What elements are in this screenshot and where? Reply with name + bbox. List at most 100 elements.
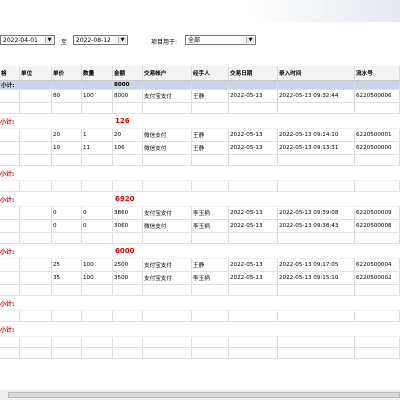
cell-serial-no[interactable]: 6220500008 bbox=[355, 220, 400, 232]
cell-quantity[interactable]: 1 bbox=[82, 129, 113, 141]
empty-row[interactable] bbox=[0, 103, 400, 114]
cell-entry-time[interactable]: 2022-05-13 09:17:05 bbox=[278, 259, 355, 271]
cell-entry-time[interactable]: 2022-05-13 09:38:43 bbox=[278, 220, 355, 232]
header-handler[interactable]: 经手人 bbox=[192, 66, 229, 80]
scrollbar-thumb[interactable] bbox=[8, 392, 400, 398]
cell-trade-date[interactable]: 2022-05-13 bbox=[229, 259, 278, 271]
cell-unit[interactable] bbox=[20, 90, 52, 102]
cell-serial-no[interactable]: 6220500001 bbox=[355, 129, 400, 141]
table-row[interactable]: 0 0 3860 支付宝支付 李玉柄 2022-05-13 2022-05-13 09:39… bbox=[0, 207, 400, 220]
table-row[interactable]: 10 11 106 微信支付 王静 2022-05-13 2022-05-13 09:13:… bbox=[0, 142, 400, 155]
header-trade-account[interactable]: 交易帐户 bbox=[143, 66, 192, 80]
cell-handler[interactable]: 王静 bbox=[192, 142, 229, 154]
cell-handler[interactable]: 李玉柄 bbox=[192, 272, 229, 284]
empty-row[interactable] bbox=[0, 233, 400, 244]
cell-unit-price[interactable]: 0 bbox=[52, 220, 82, 232]
cell-handler[interactable]: 王静 bbox=[192, 90, 229, 102]
empty-row[interactable] bbox=[0, 285, 400, 296]
cell-entry-time[interactable]: 2022-05-13 09:13:31 bbox=[278, 142, 355, 154]
empty-row[interactable] bbox=[0, 181, 400, 192]
table-row[interactable]: 80 100 8000 支付宝支付 王静 2022-05-13 2022-05-13 09:… bbox=[0, 90, 400, 103]
cell-trade-account[interactable]: 支付宝支付 bbox=[143, 90, 192, 102]
cell-quantity[interactable]: 100 bbox=[82, 90, 113, 102]
cell-spec[interactable] bbox=[0, 90, 20, 102]
cell-trade-date[interactable]: 2022-05-13 bbox=[229, 129, 278, 141]
cell-entry-time[interactable]: 2022-05-13 09:32:44 bbox=[278, 90, 355, 102]
header-amount[interactable]: 金额 bbox=[113, 66, 143, 80]
cell-handler[interactable]: 王静 bbox=[192, 259, 229, 271]
cell-spec[interactable] bbox=[0, 207, 20, 219]
cell-serial-no[interactable]: 6220500000 bbox=[355, 142, 400, 154]
cell-quantity[interactable]: 100 bbox=[82, 272, 113, 284]
cell-serial-no[interactable]: 6220500004 bbox=[355, 259, 400, 271]
empty-row[interactable] bbox=[0, 155, 400, 166]
header-serial-no[interactable]: 流水号 bbox=[355, 66, 400, 80]
cell-unit[interactable] bbox=[20, 142, 52, 154]
cell-trade-date[interactable]: 2022-05-13 bbox=[229, 142, 278, 154]
cell-trade-account[interactable]: 支付宝支付 bbox=[143, 207, 192, 219]
cell-spec[interactable] bbox=[0, 129, 20, 141]
table-row[interactable]: 0 0 3060 微信支付 李玉柄 2022-05-13 2022-05-13 09:38:… bbox=[0, 220, 400, 233]
header-entry-time[interactable]: 录入时间 bbox=[278, 66, 355, 80]
cell-handler[interactable]: 李玉柄 bbox=[192, 220, 229, 232]
header-trade-date[interactable]: 交易日期 bbox=[229, 66, 278, 80]
cell-quantity[interactable]: 100 bbox=[82, 259, 113, 271]
cell-trade-date[interactable]: 2022-05-13 bbox=[229, 272, 278, 284]
cell-entry-time[interactable]: 2022-05-13 09:39:08 bbox=[278, 207, 355, 219]
cell-unit[interactable] bbox=[20, 207, 52, 219]
cell-unit[interactable] bbox=[20, 220, 52, 232]
cell-amount[interactable]: 3060 bbox=[113, 220, 143, 232]
table-row[interactable]: 25 100 2500 支付宝支付 王静 2022-05-13 2022-05-13 09:… bbox=[0, 259, 400, 272]
table-row[interactable]: 20 1 20 微信支付 王静 2022-05-13 2022-05-13 09:14:10… bbox=[0, 129, 400, 142]
cell-unit-price[interactable]: 0 bbox=[52, 207, 82, 219]
cell-trade-date[interactable]: 2022-05-13 bbox=[229, 220, 278, 232]
cell-unit-price[interactable]: 10 bbox=[52, 142, 82, 154]
cell-amount[interactable]: 20 bbox=[113, 129, 143, 141]
horizontal-scrollbar[interactable] bbox=[0, 390, 400, 400]
cell-amount[interactable]: 3500 bbox=[113, 272, 143, 284]
header-quantity[interactable]: 数量 bbox=[82, 66, 113, 80]
cell-trade-account[interactable]: 支付宝支付 bbox=[143, 272, 192, 284]
cell-spec[interactable] bbox=[0, 142, 20, 154]
cell-unit-price[interactable]: 25 bbox=[52, 259, 82, 271]
cell-serial-no[interactable]: 6220500006 bbox=[355, 90, 400, 102]
cell-entry-time[interactable]: 2022-05-13 09:15:10 bbox=[278, 272, 355, 284]
header-unit-price[interactable]: 单价 bbox=[52, 66, 82, 80]
end-date-picker[interactable]: 2022-08-12 ▼ bbox=[73, 35, 128, 45]
subtotal-row[interactable]: 小计: bbox=[0, 296, 400, 311]
empty-row[interactable] bbox=[0, 311, 400, 322]
start-date-picker[interactable]: 2022-04-01 ▼ bbox=[0, 35, 55, 45]
cell-trade-account[interactable]: 微信支付 bbox=[143, 220, 192, 232]
empty-row[interactable] bbox=[0, 348, 400, 359]
chevron-down-icon[interactable]: ▼ bbox=[45, 37, 53, 43]
cell-trade-account[interactable]: 微信支付 bbox=[143, 129, 192, 141]
cell-handler[interactable]: 李玉柄 bbox=[192, 207, 229, 219]
table-row[interactable]: 35 100 3500 支付宝支付 李玉柄 2022-05-13 2022-05-13 09… bbox=[0, 272, 400, 285]
cell-trade-date[interactable]: 2022-05-13 bbox=[229, 90, 278, 102]
cell-quantity[interactable]: 0 bbox=[82, 220, 113, 232]
cell-entry-time[interactable]: 2022-05-13 09:14:10 bbox=[278, 129, 355, 141]
cell-amount[interactable]: 106 bbox=[113, 142, 143, 154]
subtotal-row[interactable]: 小计: 6000 bbox=[0, 244, 400, 259]
cell-unit[interactable] bbox=[20, 129, 52, 141]
cell-amount[interactable]: 3860 bbox=[113, 207, 143, 219]
header-spec[interactable]: 格 bbox=[0, 66, 20, 80]
cell-quantity[interactable]: 0 bbox=[82, 207, 113, 219]
cell-trade-date[interactable]: 2022-05-13 bbox=[229, 207, 278, 219]
cell-quantity[interactable]: 11 bbox=[82, 142, 113, 154]
subtotal-row[interactable]: 小计: bbox=[0, 166, 400, 181]
cell-serial-no[interactable]: 6220500002 bbox=[355, 272, 400, 284]
cell-unit[interactable] bbox=[20, 259, 52, 271]
cell-serial-no[interactable]: 6220500009 bbox=[355, 207, 400, 219]
cell-trade-account[interactable]: 支付宝支付 bbox=[143, 259, 192, 271]
subtotal-row[interactable]: 小计: bbox=[0, 322, 400, 337]
cell-spec[interactable] bbox=[0, 272, 20, 284]
purpose-select[interactable]: 全部 ▼ bbox=[185, 35, 256, 45]
cell-unit-price[interactable]: 80 bbox=[52, 90, 82, 102]
cell-trade-account[interactable]: 微信支付 bbox=[143, 142, 192, 154]
subtotal-row[interactable]: 小计: 8000 bbox=[0, 81, 400, 90]
empty-row[interactable] bbox=[0, 337, 400, 348]
chevron-down-icon[interactable]: ▼ bbox=[118, 37, 126, 43]
chevron-down-icon[interactable]: ▼ bbox=[246, 37, 254, 43]
cell-amount[interactable]: 8000 bbox=[113, 90, 143, 102]
